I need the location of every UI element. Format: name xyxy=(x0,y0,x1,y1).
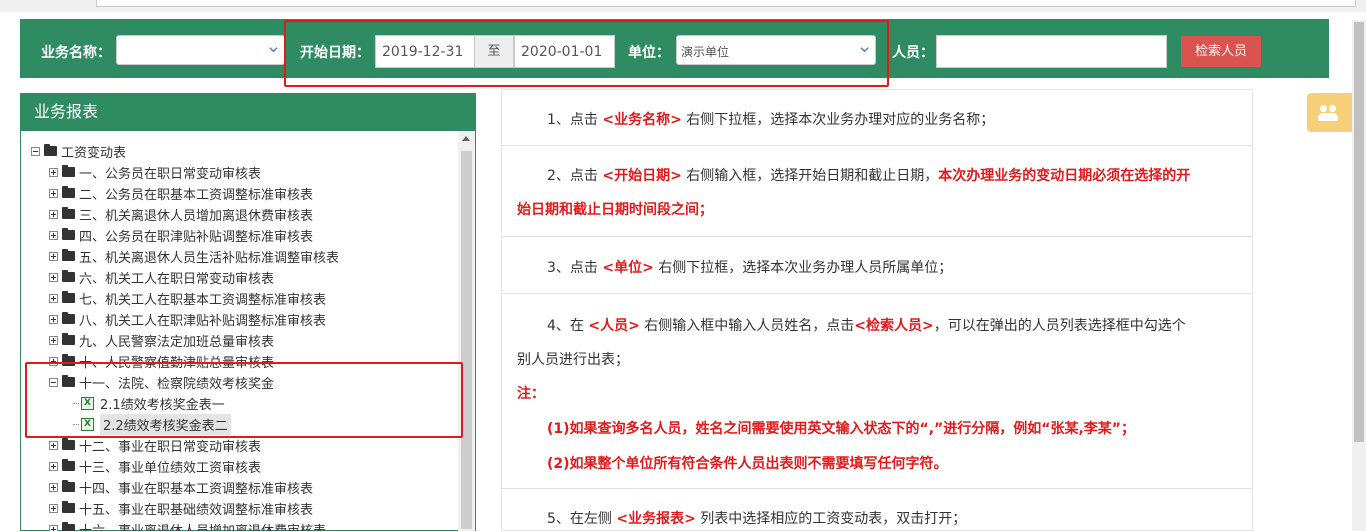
selected-group-highlight-box xyxy=(25,362,463,438)
folder-icon xyxy=(62,207,75,219)
expand-icon[interactable] xyxy=(49,524,58,531)
expand-icon[interactable] xyxy=(49,335,58,345)
expand-icon[interactable] xyxy=(49,503,58,513)
expand-icon[interactable] xyxy=(49,293,58,303)
folder-icon xyxy=(62,501,75,513)
expand-icon[interactable] xyxy=(49,272,58,282)
tree-item[interactable]: 六、机关工人在职日常变动审核表 xyxy=(49,267,274,287)
tree-item[interactable]: 一、公务员在职日常变动审核表 xyxy=(49,162,261,182)
person-input[interactable] xyxy=(936,35,1167,68)
expand-icon[interactable] xyxy=(49,230,58,240)
business-name-label: 业务名称： xyxy=(41,45,111,61)
tree-item[interactable]: 四、公务员在职津贴补贴调整标准审核表 xyxy=(49,225,313,245)
folder-icon xyxy=(62,333,75,345)
expand-icon[interactable] xyxy=(49,461,58,471)
browser-top-strip xyxy=(0,0,1366,12)
folder-icon xyxy=(62,270,75,282)
expand-icon[interactable] xyxy=(49,482,58,492)
tree-item[interactable]: 五、机关离退休人员生活补贴标准调整审核表 xyxy=(49,246,339,266)
folder-icon xyxy=(62,312,75,324)
tree-item[interactable]: 三、机关离退休人员增加离退休费审核表 xyxy=(49,204,313,224)
chevron-down-icon xyxy=(269,47,278,53)
page-scrollbar[interactable] xyxy=(1352,20,1366,531)
expand-icon[interactable] xyxy=(49,209,58,219)
instruction-step-2: 2、点击 <开始日期> 右侧输入框，选择开始日期和截止日期，本次办理业务的变动日… xyxy=(502,146,1252,237)
folder-icon xyxy=(62,186,75,198)
folder-icon xyxy=(62,249,75,261)
business-name-select[interactable] xyxy=(116,35,285,65)
folder-icon xyxy=(62,438,75,450)
folder-icon xyxy=(62,291,75,303)
tree-item[interactable]: 九、人民警察法定加班总量审核表 xyxy=(49,330,274,350)
panel-title: 业务报表 xyxy=(21,94,475,131)
folder-icon xyxy=(62,459,75,471)
instruction-step-3: 3、点击 <单位> 右侧下拉框，选择本次业务办理人员所属单位； xyxy=(502,237,1252,294)
page-scrollbar-thumb[interactable] xyxy=(1354,22,1364,442)
folder-icon xyxy=(62,165,75,177)
tree-item[interactable]: 十五、事业在职基础绩效调整标准审核表 xyxy=(49,498,313,518)
folder-icon xyxy=(62,522,75,531)
expand-icon[interactable] xyxy=(49,440,58,450)
instruction-step-1: 1、点击 <业务名称> 右侧下拉框，选择本次业务办理对应的业务名称； xyxy=(502,90,1252,146)
expand-icon[interactable] xyxy=(49,167,58,177)
folder-icon xyxy=(62,228,75,240)
users-float-button[interactable] xyxy=(1307,93,1352,132)
expand-icon[interactable] xyxy=(49,314,58,324)
business-report-panel: 业务报表 工资变动表 一、公务员在职日常变动审核表 二、公务员在职基本工资调整标… xyxy=(20,93,476,531)
expand-icon[interactable] xyxy=(49,188,58,198)
tree-item[interactable]: 二、公务员在职基本工资调整标准审核表 xyxy=(49,183,313,203)
tree-item[interactable]: 七、机关工人在职基本工资调整标准审核表 xyxy=(49,288,326,308)
tree-item[interactable]: 八、机关工人在职津贴补贴调整标准审核表 xyxy=(49,309,326,329)
instructions-panel: 1、点击 <业务名称> 右侧下拉框，选择本次业务办理对应的业务名称； 2、点击 … xyxy=(501,89,1253,531)
address-bar[interactable] xyxy=(96,0,1356,7)
person-label: 人员： xyxy=(892,45,934,61)
scrollbar-thumb[interactable] xyxy=(461,151,472,529)
tree-root[interactable]: 工资变动表 xyxy=(31,141,126,161)
tree-item[interactable]: 十二、事业在职日常变动审核表 xyxy=(49,435,261,455)
report-tree: 工资变动表 一、公务员在职日常变动审核表 二、公务员在职基本工资调整标准审核表 … xyxy=(21,131,458,531)
folder-icon xyxy=(62,480,75,492)
collapse-icon[interactable] xyxy=(31,146,40,156)
folder-open-icon xyxy=(44,144,57,156)
instruction-step-5: 5、在左侧 <业务报表> 列表中选择相应的工资变动表，双击打开； xyxy=(547,511,967,527)
date-unit-highlight-box xyxy=(284,20,889,87)
tree-scrollbar[interactable] xyxy=(458,131,475,531)
tree-item[interactable]: 十四、事业在职基本工资调整标准审核表 xyxy=(49,477,313,497)
tree-item[interactable]: 十三、事业单位绩效工资审核表 xyxy=(49,456,261,476)
tree-item[interactable]: 十六、事业离退休人员增加离退休费审核表 xyxy=(49,519,326,531)
scroll-up-arrow-icon[interactable] xyxy=(462,136,470,141)
search-person-button[interactable]: 检索人员 xyxy=(1181,36,1261,67)
instruction-step-4: 4、在 <人员> 右侧输入框中输入人员姓名，点击<检索人员>，可以在弹出的人员列… xyxy=(502,294,1252,489)
expand-icon[interactable] xyxy=(49,251,58,261)
